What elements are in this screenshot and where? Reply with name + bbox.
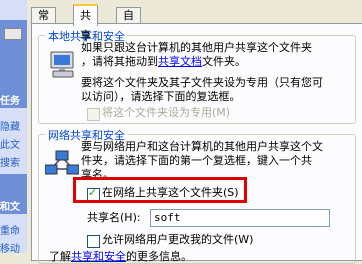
sharing-security-link[interactable]: 共享和安全 bbox=[71, 250, 126, 263]
highlight-box bbox=[73, 177, 247, 203]
drive-icon bbox=[4, 28, 22, 40]
sharing-tab-panel: 本地共享和安全 如果只跟这台计算机的其他用户共享这个文件夹 ，请将其拖动到共享文… bbox=[31, 23, 362, 264]
toolbar-strip bbox=[0, 0, 27, 20]
local-line-3: 要将这个文件夹及其子文件夹设为专用（只有您可 bbox=[81, 76, 323, 89]
learn-more-text: 了解共享和安全的更多信息。 bbox=[49, 250, 192, 263]
shared-documents-link[interactable]: 共享文档 bbox=[158, 55, 202, 68]
task-link-search[interactable]: 搜索 bbox=[0, 154, 20, 169]
network-line-2: 件夹，请选择下面的第一个复选框，键入一个共 bbox=[81, 154, 312, 167]
local-line-1: 如果只跟这台计算机的其他用户共享这个文件夹 bbox=[81, 41, 312, 54]
task-link-rename[interactable]: 重命 bbox=[0, 222, 20, 237]
task-link-move[interactable]: 移动 bbox=[0, 240, 20, 253]
allow-change-checkbox[interactable] bbox=[87, 235, 100, 248]
make-private-label: 将这个文件夹设为专用(M) bbox=[102, 106, 231, 119]
task-link-hide[interactable]: 隐藏 bbox=[0, 118, 20, 133]
local-line-2: ，请将其拖动到共享文档文件夹。 bbox=[81, 55, 246, 68]
tab-sharing[interactable]: 共享 bbox=[73, 4, 98, 42]
task-pane-header: 任务 bbox=[0, 96, 20, 107]
share-name-input[interactable]: soft bbox=[150, 209, 330, 227]
allow-change-label: 允许网络用户更改我的文件(W) bbox=[102, 233, 254, 246]
tab-general[interactable]: 常规 bbox=[31, 7, 56, 38]
task-link-this-folder[interactable]: 此文 bbox=[0, 136, 20, 151]
properties-dialog: 常规 共享 自定义 本地共享和安全 如果只跟这台计算机的其他用户共享这个文件夹 … bbox=[27, 0, 362, 264]
task-pane-header-2: 和文 bbox=[0, 202, 20, 213]
computer-icon bbox=[50, 51, 74, 78]
make-private-checkbox[interactable] bbox=[87, 108, 100, 121]
share-name-label: 共享名(H): bbox=[87, 211, 141, 224]
local-line-4: 以访问），请选择下面的复选框。 bbox=[81, 90, 241, 103]
explorer-task-pane: 任务 隐藏 此文 搜索 和文 重命 移动 bbox=[0, 0, 27, 253]
tab-customize[interactable]: 自定义 bbox=[116, 7, 141, 54]
local-sharing-group: 本地共享和安全 如果只跟这台计算机的其他用户共享这个文件夹 ，请将其拖动到共享文… bbox=[38, 28, 356, 124]
network-line-1: 要与网络用户和这台计算机的其他用户共享这个文 bbox=[81, 140, 323, 153]
network-icon bbox=[45, 150, 79, 175]
